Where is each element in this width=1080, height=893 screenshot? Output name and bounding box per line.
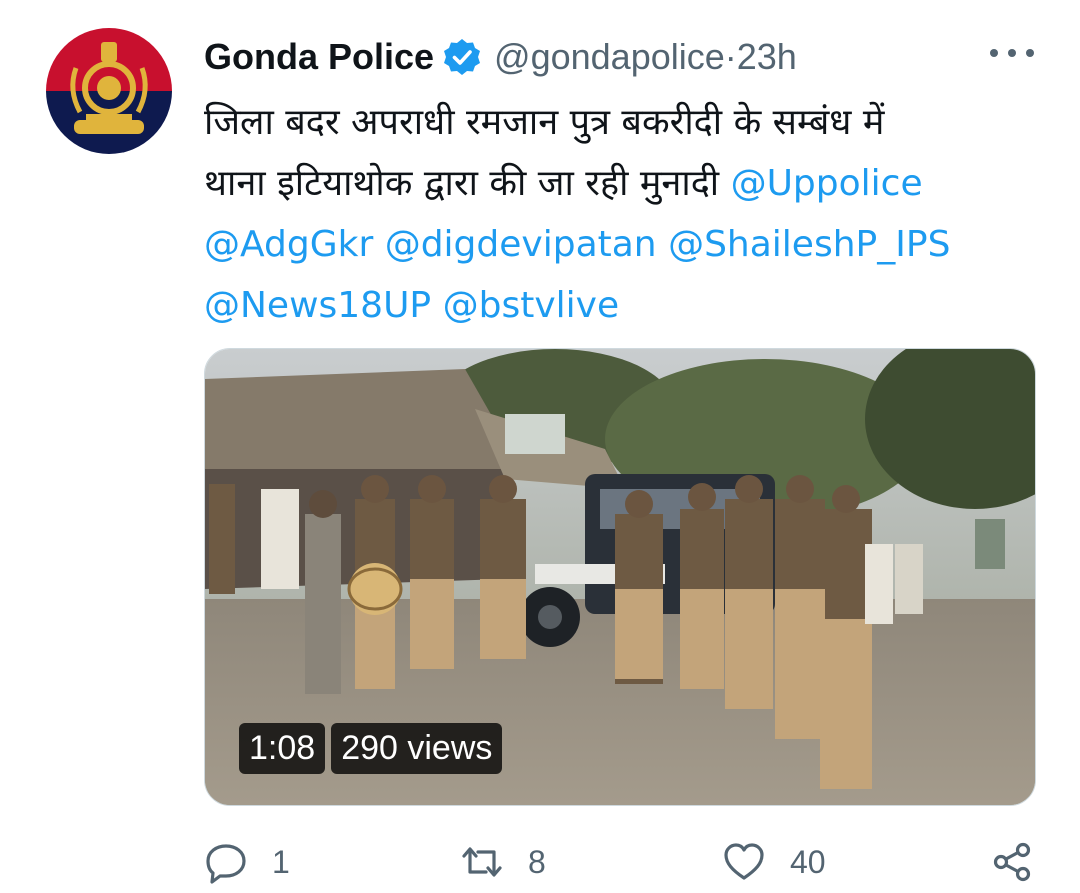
avatar[interactable] [46, 28, 172, 154]
share-icon [993, 842, 1031, 882]
tweet-actions: 1 8 40 [204, 840, 1044, 890]
more-dot [1008, 49, 1016, 57]
tweet-text-segment [657, 224, 668, 265]
retweet-button[interactable]: 8 [460, 840, 546, 884]
mention-link[interactable]: @Uppolice [731, 163, 923, 204]
tweet-header: Gonda Police @gondapolice · 23h [204, 32, 797, 82]
mention-link[interactable]: @digdevipatan [385, 224, 657, 265]
mention-link[interactable]: @AdgGkr [204, 224, 373, 265]
mention-link[interactable]: @bstvlive [443, 285, 619, 326]
video-duration: 1:08 [239, 723, 326, 774]
like-button[interactable]: 40 [722, 840, 826, 884]
tweet-text-segment [373, 224, 384, 265]
tweet-time[interactable]: 23h [737, 36, 797, 78]
reply-icon [206, 844, 246, 884]
retweet-count: 8 [528, 843, 546, 880]
separator-dot: · [724, 36, 737, 77]
like-count: 40 [790, 843, 826, 880]
reply-button[interactable]: 1 [204, 840, 290, 884]
mention-link[interactable]: @ShaileshP_IPS [668, 224, 950, 265]
more-dot [990, 49, 998, 57]
video-views: 290 views [331, 723, 503, 774]
retweet-icon [462, 847, 502, 877]
tweet-text: जिला बदर अपराधी रमजान पुत्र बकरीदी के सम… [204, 92, 1034, 336]
heart-icon [724, 843, 764, 880]
reply-count: 1 [272, 843, 290, 880]
verified-badge-icon [444, 39, 481, 75]
video-badges: 1:08 290 views [239, 723, 503, 774]
video-media[interactable]: 1:08 290 views [204, 348, 1036, 806]
police-emblem-icon [70, 42, 148, 134]
author-handle[interactable]: @gondapolice [494, 36, 725, 78]
share-button[interactable] [990, 840, 1034, 884]
more-dot [1026, 49, 1034, 57]
more-options-icon[interactable] [990, 40, 1034, 66]
mention-link[interactable]: @News18UP [204, 285, 431, 326]
author-name[interactable]: Gonda Police [204, 36, 434, 78]
tweet-text-segment [431, 285, 442, 326]
